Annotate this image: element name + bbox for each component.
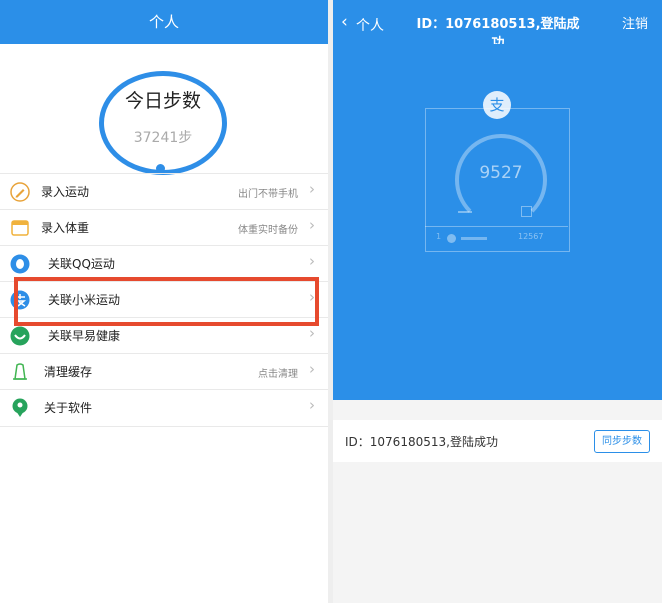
- health-icon: [10, 326, 30, 346]
- chevron-right-icon: ›: [309, 396, 315, 414]
- menu-item-label: 关于软件: [44, 401, 93, 415]
- illustration-rank: 1: [436, 232, 442, 241]
- page-title: 个人: [148, 13, 179, 31]
- menu-item-label: 关联早易健康: [48, 329, 121, 343]
- menu-item-clear-cache[interactable]: 清理缓存 点击清理 ›: [0, 353, 328, 390]
- menu-item-record-exercise[interactable]: 录入运动 出门不带手机 ›: [0, 173, 328, 210]
- illustration-name-line: [461, 237, 487, 240]
- step-count: 37241步: [133, 130, 193, 146]
- chevron-right-icon: ›: [309, 252, 315, 270]
- sync-row: ID：1076180513,登陆成功 同步步数: [333, 420, 662, 462]
- menu-item-hint: 点击清理: [258, 369, 298, 380]
- back-label: 个人: [356, 18, 384, 34]
- pencil-icon: [10, 182, 30, 202]
- menu-item-hint: 出门不带手机: [238, 189, 298, 200]
- ring-progress-dot: [156, 164, 165, 173]
- menu-item-about[interactable]: 关于软件 ›: [0, 389, 328, 427]
- account-panel: ‹ 个人 ID：1076180513,登陆成功 注销 支 9527 1 1256…: [333, 0, 662, 603]
- thumbs-up-icon: [521, 206, 532, 217]
- qq-icon: [10, 254, 30, 274]
- alipay-icon: 支: [483, 91, 511, 119]
- logout-button[interactable]: 注销: [622, 13, 648, 32]
- back-button[interactable]: ‹ 个人: [341, 12, 391, 34]
- login-status: ID：1076180513,登陆成功: [345, 435, 498, 449]
- chevron-right-icon: ›: [309, 216, 315, 234]
- info-icon: [12, 398, 28, 417]
- chevron-right-icon: ›: [309, 180, 315, 198]
- menu-item-label: 关联QQ运动: [48, 257, 115, 271]
- menu-item-label: 录入体重: [41, 221, 90, 235]
- menu-item-hint: 体重实时备份: [238, 225, 298, 236]
- highlight-box: [14, 277, 319, 326]
- calendar-icon: [11, 220, 29, 236]
- personal-panel: 个人 今日步数 37241步 录入运动 出门不带手机 › 录入体重 体重实时备份…: [0, 0, 328, 603]
- sync-steps-button[interactable]: 同步步数: [594, 430, 650, 453]
- chevron-left-icon: ‹: [341, 12, 348, 32]
- menu-item-label: 录入运动: [41, 185, 90, 199]
- avatar-icon: [447, 234, 456, 243]
- header-bar: ‹ 个人 ID：1076180513,登陆成功 注销: [333, 0, 662, 51]
- broom-icon: [13, 363, 27, 380]
- menu-item-label: 清理缓存: [44, 365, 93, 379]
- illustration-line: [458, 211, 472, 213]
- illustration-footer-steps: 12567: [518, 232, 544, 241]
- chevron-right-icon: ›: [309, 360, 315, 378]
- illustration-steps: 9527: [479, 163, 523, 183]
- ring-title: 今日步数: [124, 90, 201, 112]
- menu-item-record-weight[interactable]: 录入体重 体重实时备份 ›: [0, 209, 328, 246]
- header-bar: 个人: [0, 0, 328, 44]
- chevron-right-icon: ›: [309, 324, 315, 342]
